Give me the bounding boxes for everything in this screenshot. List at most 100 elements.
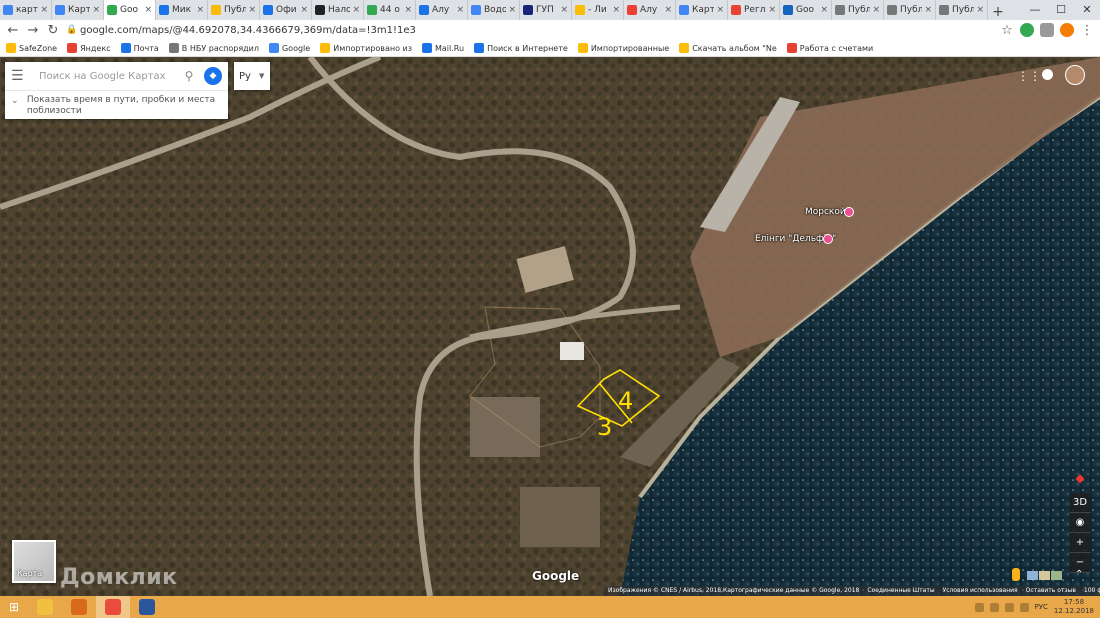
input-language[interactable]: РУС: [1035, 603, 1048, 611]
tab-close-icon[interactable]: ×: [508, 5, 516, 15]
bookmark-item[interactable]: Импортировано из: [320, 43, 412, 53]
notifications-icon[interactable]: [1042, 69, 1053, 80]
browser-tab[interactable]: Goo ×: [104, 0, 156, 20]
tray-icon[interactable]: [974, 602, 984, 612]
bookmark-item[interactable]: Поиск в Интернете: [474, 43, 568, 53]
layer-thumb[interactable]: [1027, 571, 1038, 580]
search-input[interactable]: [39, 70, 180, 82]
volume-icon[interactable]: [1019, 602, 1029, 612]
url-text[interactable]: google.com/maps/@44.692078,34.4366679,36…: [80, 25, 416, 36]
bookmark-item[interactable]: Mail.Ru: [422, 43, 464, 53]
bookmark-item[interactable]: Работа с счетами: [786, 43, 873, 53]
browser-tab[interactable]: Нало ×: [312, 0, 364, 20]
browser-tab[interactable]: Публ ×: [884, 0, 936, 20]
network-icon[interactable]: [1004, 602, 1014, 612]
browser-tab[interactable]: Публ ×: [832, 0, 884, 20]
taskbar-app-word[interactable]: [130, 596, 164, 618]
tab-close-icon[interactable]: ×: [768, 5, 776, 15]
bookmark-item[interactable]: Яндекс: [67, 43, 111, 53]
minimize-button[interactable]: —: [1022, 0, 1048, 20]
tab-close-icon[interactable]: ×: [456, 5, 464, 15]
map-footer-item[interactable]: Соединенные Штаты: [867, 587, 934, 595]
browser-tab[interactable]: Алу ×: [416, 0, 468, 20]
map-footer-item[interactable]: Оставить отзыв: [1026, 587, 1076, 595]
browser-tab[interactable]: Офи ×: [260, 0, 312, 20]
browser-tab[interactable]: Карт ×: [676, 0, 728, 20]
bookmark-item[interactable]: Google: [268, 43, 310, 53]
bookmark-item[interactable]: SafeZone: [6, 43, 57, 53]
menu-icon[interactable]: ☰: [11, 68, 29, 84]
satellite-map[interactable]: 3 4 ☰ ⚲ ◆ ⌄ Показать время в пути, пробк…: [0, 57, 1100, 596]
pegman-icon[interactable]: [1012, 568, 1020, 581]
map-type-toggle[interactable]: Карта: [12, 540, 56, 583]
bookmark-item[interactable]: Почта: [120, 43, 159, 53]
tab-close-icon[interactable]: ×: [40, 5, 48, 15]
taskbar-app-file-explorer[interactable]: [28, 596, 62, 618]
place-pin-icon[interactable]: [823, 234, 833, 244]
browser-tab[interactable]: Публ ×: [208, 0, 260, 20]
maximize-button[interactable]: ☐: [1048, 0, 1074, 20]
tab-close-icon[interactable]: ×: [196, 5, 204, 15]
browser-tab[interactable]: Водо ×: [468, 0, 520, 20]
browser-tab[interactable]: Мик ×: [156, 0, 208, 20]
url-field[interactable]: 🔒 google.com/maps/@44.692078,34.4366679,…: [66, 22, 994, 38]
tab-close-icon[interactable]: ×: [300, 5, 308, 15]
forward-button[interactable]: →: [26, 23, 40, 38]
directions-icon[interactable]: ◆: [204, 67, 222, 85]
windows-start-icon[interactable]: ⊞: [0, 596, 28, 618]
clock[interactable]: 17:58 12.12.2018: [1054, 598, 1094, 616]
tab-close-icon[interactable]: ×: [560, 5, 568, 15]
tab-close-icon[interactable]: ×: [664, 5, 672, 15]
layer-thumb[interactable]: [1051, 571, 1062, 580]
taskbar-app-chrome[interactable]: [96, 596, 130, 618]
tab-close-icon[interactable]: ×: [92, 5, 100, 15]
map-footer-item[interactable]: Условия использования: [943, 587, 1018, 595]
tab-close-icon[interactable]: ×: [612, 5, 620, 15]
browser-menu-icon[interactable]: ⋮: [1080, 23, 1094, 38]
tab-close-icon[interactable]: ×: [716, 5, 724, 15]
avatar[interactable]: [1065, 65, 1085, 85]
bookmark-star-icon[interactable]: ☆: [1000, 23, 1014, 38]
3d-button[interactable]: 3D: [1070, 493, 1090, 513]
browser-tab[interactable]: Алу ×: [624, 0, 676, 20]
tab-close-icon[interactable]: ×: [924, 5, 932, 15]
expand-icon[interactable]: ⌃: [1075, 569, 1083, 580]
camera-icon[interactable]: [1040, 23, 1054, 37]
browser-tab[interactable]: 44 о ×: [364, 0, 416, 20]
browser-tab[interactable]: Публ ×: [936, 0, 988, 20]
browser-tab[interactable]: Goo ×: [780, 0, 832, 20]
compass-icon[interactable]: ◆: [1070, 471, 1090, 491]
tab-close-icon[interactable]: ×: [144, 5, 152, 15]
taskbar-app-outlook[interactable]: [62, 596, 96, 618]
browser-tab[interactable]: ГУП ×: [520, 0, 572, 20]
place-pin-icon[interactable]: [844, 207, 854, 217]
extension-orange-icon[interactable]: [1060, 23, 1074, 37]
my-location-icon[interactable]: ◉: [1070, 513, 1090, 533]
extension-icon[interactable]: [1020, 23, 1034, 37]
tab-close-icon[interactable]: ×: [820, 5, 828, 15]
travel-info-toggle[interactable]: ⌄ Показать время в пути, пробки и места …: [5, 91, 228, 121]
language-select[interactable]: Ру ▼: [234, 62, 270, 90]
browser-tab[interactable]: карт ×: [0, 0, 52, 20]
new-tab-button[interactable]: +: [988, 4, 1008, 20]
bookmark-item[interactable]: В НБУ распорядил: [168, 43, 259, 53]
tab-close-icon[interactable]: ×: [248, 5, 256, 15]
reload-button[interactable]: ↻: [46, 23, 60, 38]
layer-thumb[interactable]: [1039, 571, 1050, 580]
browser-tab[interactable]: Карт ×: [52, 0, 104, 20]
tab-close-icon[interactable]: ×: [404, 5, 412, 15]
close-window-button[interactable]: ✕: [1074, 0, 1100, 20]
back-button[interactable]: ←: [6, 23, 20, 38]
apps-icon[interactable]: ⋮⋮: [1017, 69, 1041, 83]
browser-tab[interactable]: - Ли ×: [572, 0, 624, 20]
tray-icon[interactable]: [989, 602, 999, 612]
search-icon[interactable]: ⚲: [180, 69, 198, 83]
browser-tab[interactable]: Регл ×: [728, 0, 780, 20]
zoom-in-button[interactable]: +: [1070, 533, 1090, 553]
tab-close-icon[interactable]: ×: [352, 5, 360, 15]
map-footer-item[interactable]: 100 фут: [1084, 587, 1100, 595]
tab-close-icon[interactable]: ×: [872, 5, 880, 15]
bookmark-item[interactable]: Импортированные: [577, 43, 669, 53]
place-label-morskoy[interactable]: Морской: [805, 207, 846, 217]
bookmark-item[interactable]: Скачать альбом "Ne: [679, 43, 777, 53]
